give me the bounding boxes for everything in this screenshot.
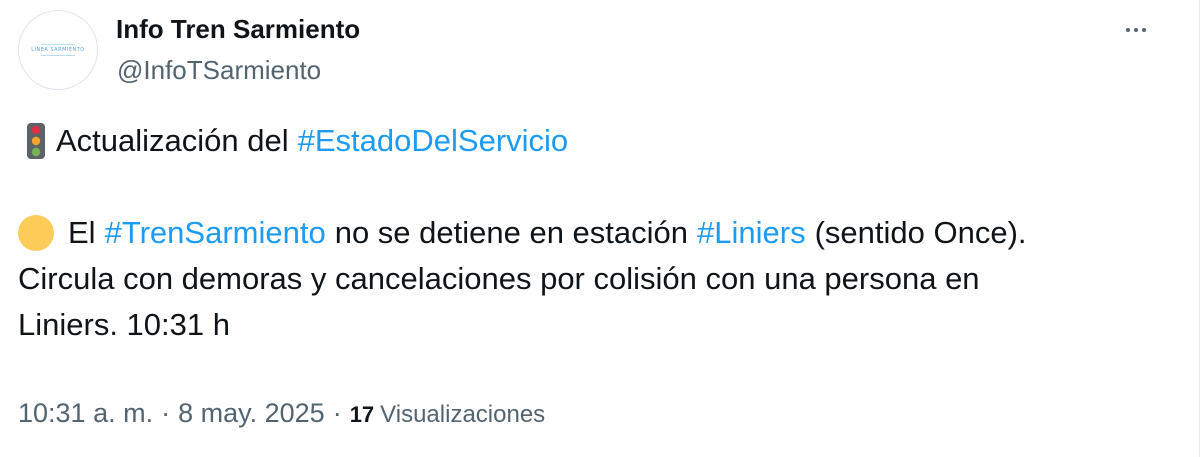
tweet-meta: 10:31 a. m. · 8 may. 2025 · 17 Visualiza… — [18, 398, 545, 429]
more-horizontal-icon — [1142, 28, 1146, 32]
meta-separator: · — [332, 398, 342, 428]
tweet-line: Liniers. 10:31 h — [18, 307, 230, 342]
views-label: Visualizaciones — [380, 401, 546, 428]
yellow-circle-icon — [18, 215, 54, 251]
hashtag-link[interactable]: #Liniers — [697, 210, 806, 256]
more-horizontal-icon — [1126, 28, 1130, 32]
tweet-line: El #TrenSarmiento no se detiene en estac… — [18, 210, 1178, 256]
avatar-logo-line — [40, 44, 75, 45]
tweet-time-link[interactable]: 10:31 a. m. — [18, 398, 153, 429]
author-display-name[interactable]: Info Tren Sarmiento — [116, 14, 360, 45]
tweet-text-segment: El — [68, 215, 96, 250]
tweet-line: Actualización del #EstadoDelServicio — [18, 118, 1178, 164]
tweet-line: Circula con demoras y cancelaciones por … — [18, 261, 980, 296]
vertical-traffic-light-icon — [27, 123, 45, 159]
tweet-text: Actualización del #EstadoDelServicio El … — [18, 118, 1178, 348]
meta-separator: · — [161, 398, 171, 428]
hashtag-link[interactable]: #EstadoDelServicio — [298, 118, 569, 164]
tweet-card: LÍNEA SARMIENTO Info Tren Sarmiento @Inf… — [0, 0, 1200, 457]
tweet-text-segment: Actualización del — [56, 123, 289, 158]
avatar-logo-text: LÍNEA SARMIENTO — [31, 47, 85, 53]
views-count: 17 — [349, 402, 375, 427]
more-options-button[interactable] — [1116, 12, 1156, 48]
more-horizontal-icon — [1134, 28, 1138, 32]
tweet-date-link[interactable]: 8 may. 2025 — [178, 398, 325, 429]
author-handle[interactable]: @InfoTSarmiento — [117, 55, 321, 86]
hashtag-link[interactable]: #TrenSarmiento — [105, 210, 326, 256]
avatar[interactable]: LÍNEA SARMIENTO — [18, 10, 98, 90]
tweet-text-segment: (sentido Once). — [814, 215, 1027, 250]
avatar-logo-line — [40, 55, 75, 56]
tweet-text-segment: no se detiene en estación — [334, 215, 689, 250]
avatar-logo: LÍNEA SARMIENTO — [31, 44, 85, 56]
